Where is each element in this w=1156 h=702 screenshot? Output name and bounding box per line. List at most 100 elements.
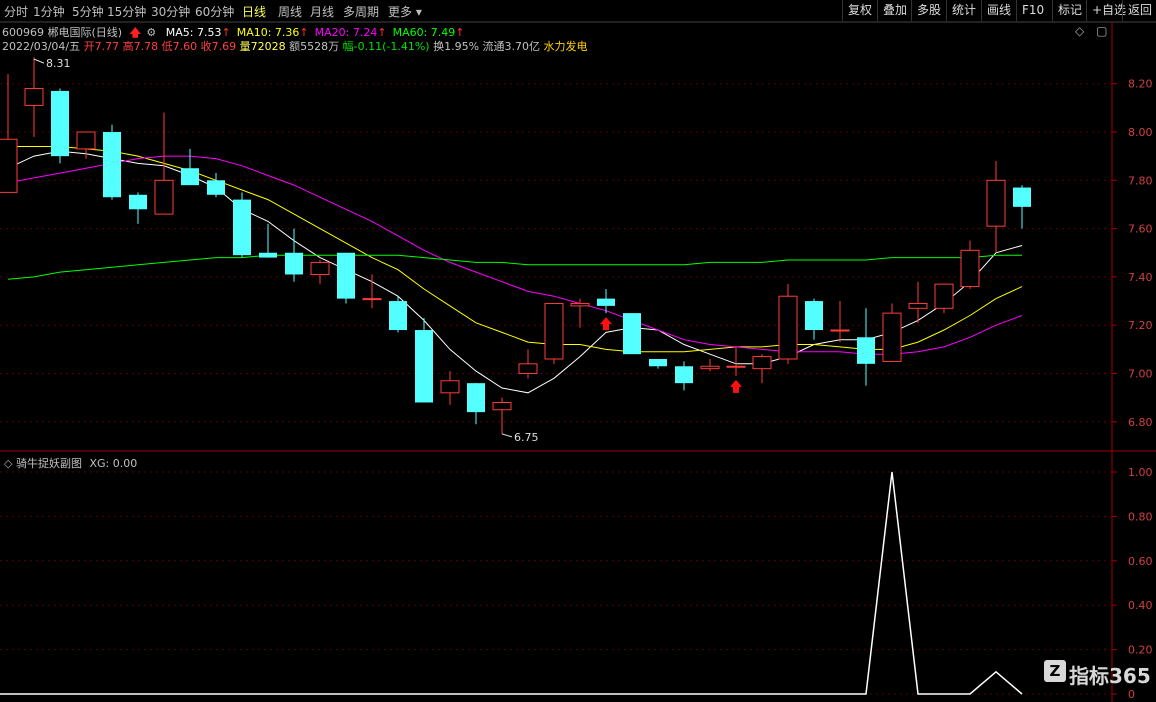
candle-body-down bbox=[285, 252, 303, 275]
candle bbox=[415, 317, 433, 403]
candle-body-up bbox=[908, 302, 928, 309]
candle-body-down bbox=[415, 330, 433, 403]
candle-body-down bbox=[389, 301, 407, 331]
buy-signal-arrow-icon bbox=[600, 317, 612, 331]
y-tick-label-sub: 0.40 bbox=[1128, 599, 1153, 612]
low-marker-line bbox=[501, 433, 513, 438]
candle-body-down bbox=[623, 313, 641, 355]
candle-body-up bbox=[700, 365, 720, 370]
candle bbox=[805, 298, 823, 340]
candle-body-down bbox=[129, 194, 147, 210]
y-tick-label-main: 6.80 bbox=[1128, 416, 1153, 429]
candle bbox=[518, 349, 538, 379]
low-annotation: 6.75 bbox=[514, 431, 539, 444]
candle bbox=[830, 301, 850, 343]
candle-body-up bbox=[362, 298, 382, 301]
ma-line-ma10 bbox=[8, 146, 1023, 353]
candle bbox=[103, 124, 121, 200]
y-tick-label-main: 7.80 bbox=[1128, 174, 1153, 187]
candle bbox=[310, 259, 330, 285]
y-tick-label-main: 7.00 bbox=[1128, 368, 1153, 381]
y-tick-label-sub: 0.20 bbox=[1128, 644, 1153, 657]
high-marker-line bbox=[33, 58, 45, 64]
candle bbox=[362, 274, 382, 309]
candle bbox=[986, 160, 1006, 253]
candle-body-down bbox=[233, 199, 251, 256]
candle-body-up bbox=[544, 302, 564, 360]
y-tick-label-sub: 1.00 bbox=[1128, 466, 1153, 479]
xg-signal-line bbox=[0, 471, 1023, 695]
high-annotation: 8.31 bbox=[46, 57, 71, 70]
candle-body-down bbox=[597, 298, 615, 306]
candle-body-down bbox=[103, 132, 121, 198]
candle bbox=[467, 383, 485, 425]
candle bbox=[1013, 185, 1031, 229]
y-tick-label-main: 7.40 bbox=[1128, 271, 1153, 284]
candle-body-up bbox=[518, 363, 538, 374]
candle bbox=[181, 148, 199, 186]
candle-body-up bbox=[726, 365, 746, 368]
ma-line-ma60 bbox=[7, 254, 1022, 280]
candle-body-down bbox=[857, 337, 875, 364]
candle bbox=[492, 397, 512, 434]
candle-body-up bbox=[934, 283, 954, 309]
candle-body-up bbox=[986, 179, 1006, 227]
candle-body-up bbox=[76, 131, 96, 150]
candle-body-down bbox=[467, 383, 485, 413]
candle bbox=[597, 288, 615, 314]
candle-body-down bbox=[207, 180, 225, 195]
candle-body-down bbox=[181, 168, 199, 186]
candle-body-up bbox=[778, 295, 798, 360]
candle bbox=[623, 313, 641, 355]
candle-body-up bbox=[752, 356, 772, 370]
candle bbox=[544, 302, 564, 364]
candle bbox=[207, 173, 225, 198]
candle bbox=[882, 303, 902, 362]
candle bbox=[934, 283, 954, 314]
candle bbox=[154, 112, 174, 215]
candle bbox=[649, 359, 667, 369]
candle-body-up bbox=[830, 329, 850, 332]
watermark-icon: Z bbox=[1044, 660, 1066, 682]
candle-body-up bbox=[0, 138, 18, 193]
candle-body-down bbox=[1013, 187, 1031, 207]
candle bbox=[700, 359, 720, 372]
candle-body-up bbox=[154, 179, 174, 215]
candle-body-up bbox=[960, 249, 980, 288]
candle bbox=[570, 298, 590, 328]
candle-body-up bbox=[882, 312, 902, 362]
candle-body-down bbox=[805, 301, 823, 331]
candle-body-up bbox=[570, 302, 590, 307]
candle-body-up bbox=[310, 261, 330, 275]
candle-body-up bbox=[440, 380, 460, 394]
candle bbox=[0, 74, 18, 193]
candle bbox=[259, 223, 277, 258]
candle bbox=[752, 354, 772, 384]
candle-body-down bbox=[259, 252, 277, 258]
y-tick-label-main: 7.20 bbox=[1128, 319, 1153, 332]
candle bbox=[440, 371, 460, 405]
candle bbox=[778, 284, 798, 364]
chart-canvas: 8.20 8.00 7.80 7.60 7.40 7.20 7.00 6.80 1.00 0.80… bbox=[0, 21, 1156, 702]
candle-body-down bbox=[337, 252, 355, 299]
y-tick-label-sub: 0 bbox=[1128, 688, 1135, 701]
candle-body-down bbox=[51, 90, 69, 157]
watermark-logo: Z 指标365 bbox=[1044, 660, 1151, 689]
buy-signal-arrow-icon bbox=[730, 379, 742, 393]
y-tick-label-main: 8.00 bbox=[1128, 126, 1153, 139]
candle bbox=[960, 240, 980, 289]
candle-body-down bbox=[649, 359, 667, 367]
y-tick-label-sub: 0.60 bbox=[1128, 555, 1153, 568]
candle bbox=[389, 296, 407, 333]
y-tick-label-main: 7.60 bbox=[1128, 223, 1153, 236]
candle-body-up bbox=[24, 88, 44, 106]
y-tick-label-sub: 0.80 bbox=[1128, 510, 1153, 523]
candle-body-up bbox=[492, 401, 512, 411]
candle bbox=[675, 361, 693, 391]
candle bbox=[51, 88, 69, 164]
y-tick-label-main: 8.20 bbox=[1128, 78, 1153, 91]
candle-body-down bbox=[675, 366, 693, 384]
candle bbox=[24, 57, 44, 137]
candle bbox=[233, 192, 251, 258]
watermark-text: 指标365 bbox=[1069, 664, 1151, 688]
